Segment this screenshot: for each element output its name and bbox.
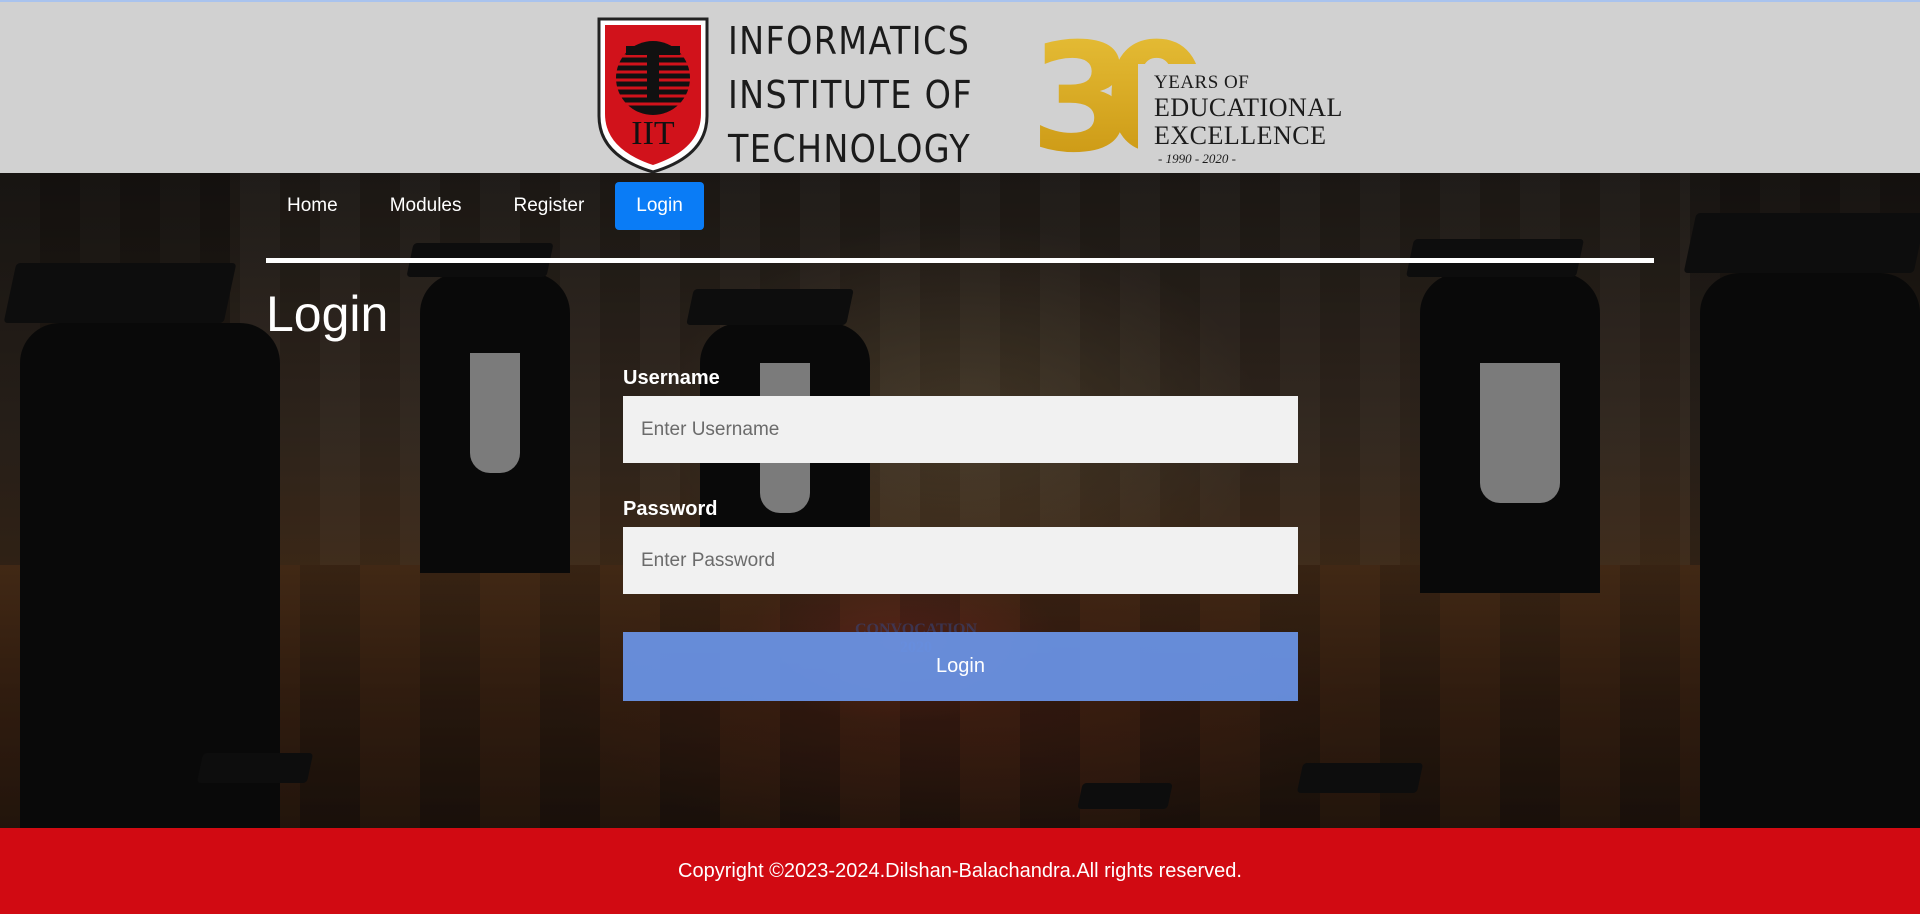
login-submit-button[interactable]: Login [623,632,1298,701]
site-footer: Copyright ©2023-2024.Dilshan-Balachandra… [0,828,1920,914]
nav-home[interactable]: Home [266,182,359,230]
main-nav: Home Modules Register Login [266,182,704,230]
nav-modules[interactable]: Modules [369,182,483,230]
anniversary-line: EDUCATIONAL [1154,93,1343,122]
password-input[interactable] [623,527,1298,594]
login-form: Username Password Login [623,360,1298,701]
nav-register[interactable]: Register [493,182,606,230]
institute-name-line: TECHNOLOGY [728,127,972,171]
form-spacer [623,463,1298,491]
institute-name-line: INSTITUTE OF [728,73,973,117]
nav-login[interactable]: Login [615,182,704,230]
anniversary-line: YEARS OF [1154,72,1250,93]
institute-name: INFORMATICS INSTITUTE OF TECHNOLOGY [728,14,973,176]
password-label: Password [623,498,718,520]
page-title: Login [266,286,389,342]
username-label: Username [623,367,720,389]
institute-name-line: INFORMATICS [728,19,971,63]
anniversary-years: - 1990 - 2020 - [1158,151,1236,166]
nav-divider [266,258,1654,263]
site-header: IIT INFORMATICS INSTITUTE OF TECHNOLOGY … [0,0,1920,176]
anniversary-text: YEARS OF EDUCATIONAL EXCELLENCE - 1990 -… [1154,72,1343,168]
shield-initials: IIT [631,115,675,152]
anniversary-line: EXCELLENCE [1154,121,1327,150]
username-input[interactable] [623,396,1298,463]
copyright-text: Copyright ©2023-2024.Dilshan-Balachandra… [678,859,1242,882]
form-spacer [623,594,1298,632]
iit-shield-logo-icon: IIT [597,17,709,174]
